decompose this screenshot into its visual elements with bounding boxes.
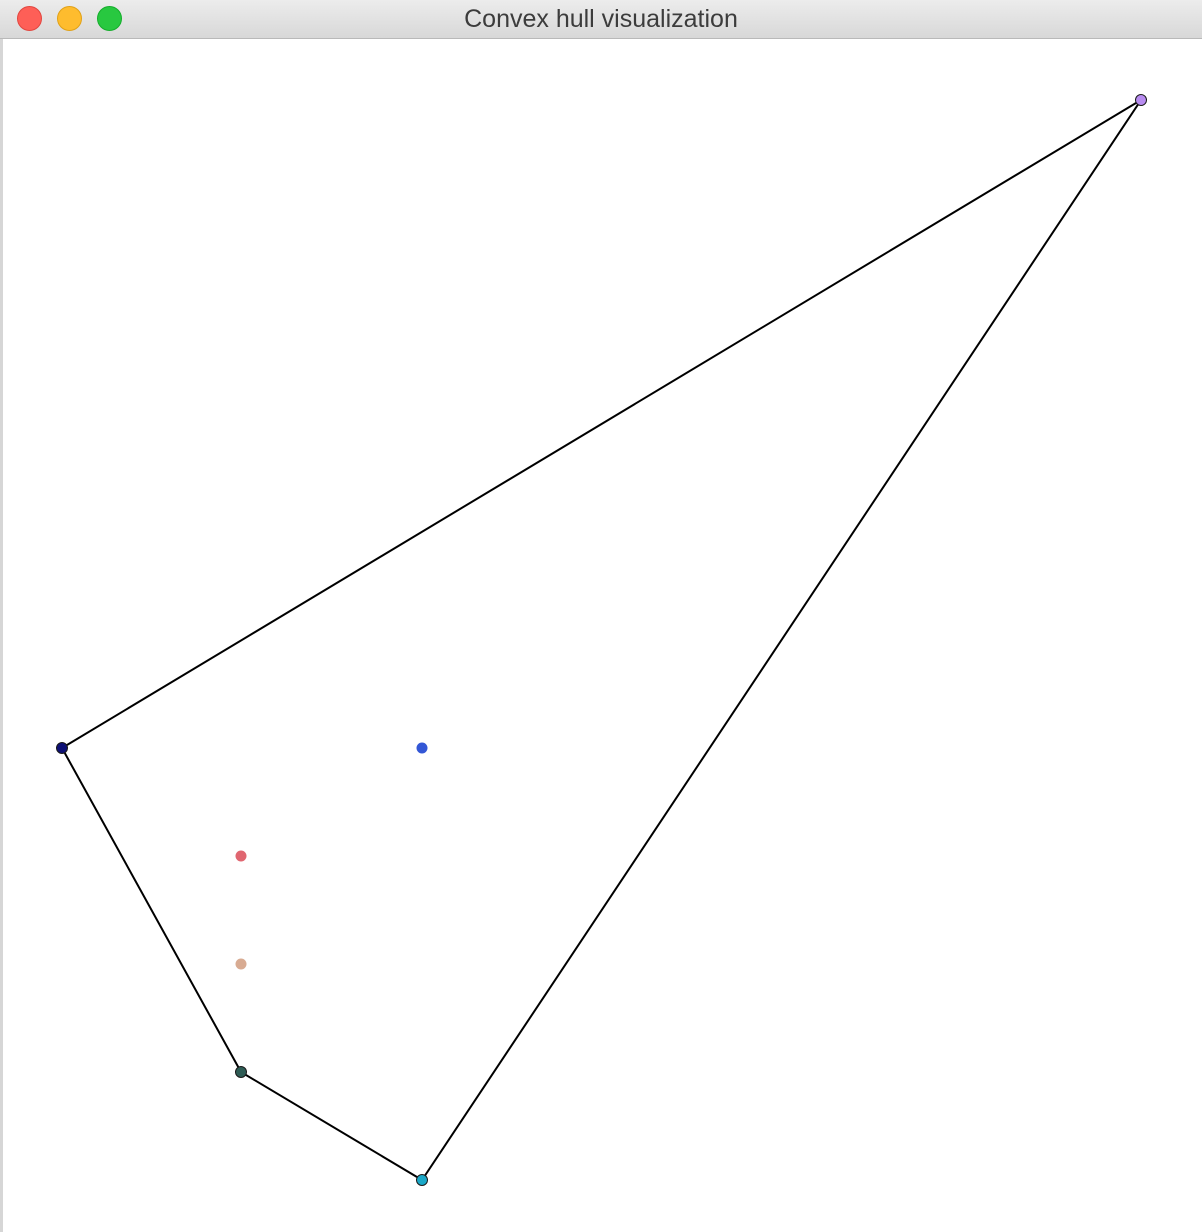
point-p1 xyxy=(1135,94,1147,106)
points-layer xyxy=(56,94,1147,1186)
convex-hull-canvas[interactable] xyxy=(0,0,1202,1232)
point-p3 xyxy=(416,742,428,754)
point-p4 xyxy=(235,850,247,862)
point-p2 xyxy=(56,742,68,754)
app-window: Convex hull visualization xyxy=(0,0,1202,1232)
point-p6 xyxy=(235,1066,247,1078)
point-p5 xyxy=(235,958,247,970)
convex-hull-outline xyxy=(60,99,1142,1182)
point-p7 xyxy=(416,1174,428,1186)
